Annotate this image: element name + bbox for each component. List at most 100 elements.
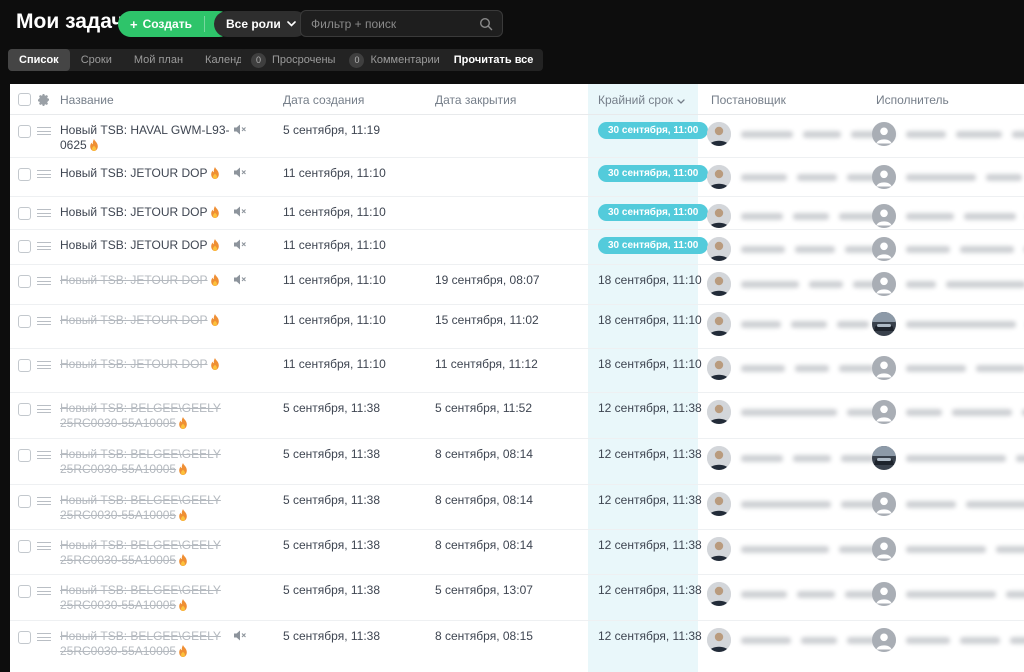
tab-t2[interactable]: Мой план <box>123 49 194 71</box>
table-row[interactable]: Новый TSB: BELGEE\GEELY 25RC0030-55A1000… <box>10 575 1024 621</box>
deadline-value[interactable]: 12 сентября, 11:38 <box>598 583 702 597</box>
deadline-value[interactable]: 18 сентября, 11:10 <box>598 313 702 327</box>
tab-list[interactable]: Список <box>8 49 70 71</box>
assignee-name-redacted[interactable] <box>906 363 1024 373</box>
table-row[interactable]: Новый TSB: JETOUR DOP 11 сентября, 11:10… <box>10 305 1024 349</box>
assignee-avatar[interactable] <box>872 446 896 470</box>
poser-avatar[interactable] <box>707 446 731 470</box>
assignee-avatar[interactable] <box>872 204 896 228</box>
assignee-avatar[interactable] <box>872 582 896 606</box>
task-name[interactable]: Новый TSB: JETOUR DOP <box>60 273 238 290</box>
assignee-avatar[interactable] <box>872 400 896 424</box>
row-checkbox[interactable] <box>18 240 31 253</box>
poser-avatar[interactable] <box>707 165 731 189</box>
poser-avatar[interactable] <box>707 272 731 296</box>
poser-name-redacted[interactable] <box>741 172 881 182</box>
table-row[interactable]: Новый TSB: JETOUR DOP 11 сентября, 11:10… <box>10 349 1024 393</box>
poser-avatar[interactable] <box>707 122 731 146</box>
row-checkbox[interactable] <box>18 495 31 508</box>
task-name[interactable]: Новый TSB: JETOUR DOP <box>60 357 238 374</box>
roles-dropdown[interactable]: Все роли <box>214 11 308 37</box>
gear-icon[interactable] <box>37 93 50 106</box>
deadline-value[interactable]: 12 сентября, 11:38 <box>598 401 702 415</box>
table-row[interactable]: Новый TSB: BELGEE\GEELY 25RC0030-55A1000… <box>10 439 1024 485</box>
poser-name-redacted[interactable] <box>741 244 891 254</box>
deadline-value[interactable]: 12 сентября, 11:38 <box>598 447 702 461</box>
row-checkbox[interactable] <box>18 275 31 288</box>
table-row[interactable]: Новый TSB: BELGEE\GEELY 25RC0030-55A1000… <box>10 621 1024 672</box>
task-name[interactable]: Новый TSB: JETOUR DOP <box>60 238 238 255</box>
poser-avatar[interactable] <box>707 492 731 516</box>
poser-name-redacted[interactable] <box>741 279 883 289</box>
assignee-name-redacted[interactable] <box>906 499 1024 509</box>
drag-handle-icon[interactable] <box>37 170 51 181</box>
drag-handle-icon[interactable] <box>37 405 51 416</box>
assignee-name-redacted[interactable] <box>906 129 1024 139</box>
drag-handle-icon[interactable] <box>37 451 51 462</box>
row-checkbox[interactable] <box>18 540 31 553</box>
assignee-name-redacted[interactable] <box>906 544 1024 554</box>
drag-handle-icon[interactable] <box>37 317 51 328</box>
table-row[interactable]: Новый TSB: BELGEE\GEELY 25RC0030-55A1000… <box>10 485 1024 530</box>
row-checkbox[interactable] <box>18 315 31 328</box>
task-name[interactable]: Новый TSB: BELGEE\GEELY 25RC0030-55A1000… <box>60 493 238 525</box>
col-header-name[interactable]: Название <box>60 93 114 107</box>
assignee-avatar[interactable] <box>872 237 896 261</box>
deadline-value[interactable]: 30 сентября, 11:00 <box>598 165 708 182</box>
select-all-checkbox[interactable] <box>18 93 31 106</box>
task-name[interactable]: Новый TSB: BELGEE\GEELY 25RC0030-55A1000… <box>60 447 238 479</box>
deadline-value[interactable]: 18 сентября, 11:10 <box>598 357 702 371</box>
task-name[interactable]: Новый TSB: BELGEE\GEELY 25RC0030-55A1000… <box>60 401 238 433</box>
poser-avatar[interactable] <box>707 537 731 561</box>
poser-name-redacted[interactable] <box>741 319 869 329</box>
drag-handle-icon[interactable] <box>37 127 51 138</box>
assignee-name-redacted[interactable] <box>906 279 1024 289</box>
counter-comments[interactable]: 0 Комментарии <box>349 53 439 68</box>
search-input[interactable] <box>301 17 479 31</box>
drag-handle-icon[interactable] <box>37 587 51 598</box>
assignee-name-redacted[interactable] <box>906 244 1024 254</box>
poser-name-redacted[interactable] <box>741 499 885 509</box>
assignee-avatar[interactable] <box>872 312 896 336</box>
assignee-avatar[interactable] <box>872 272 896 296</box>
task-name[interactable]: Новый TSB: JETOUR DOP <box>60 166 238 183</box>
task-name[interactable]: Новый TSB: BELGEE\GEELY 25RC0030-55A1000… <box>60 538 238 570</box>
drag-handle-icon[interactable] <box>37 277 51 288</box>
drag-handle-icon[interactable] <box>37 209 51 220</box>
create-task-main[interactable]: + Создать <box>118 17 204 32</box>
deadline-value[interactable]: 30 сентября, 11:00 <box>598 204 708 221</box>
col-header-deadline[interactable]: Крайний срок <box>598 93 685 107</box>
deadline-value[interactable]: 30 сентября, 11:00 <box>598 237 708 254</box>
assignee-name-redacted[interactable] <box>906 407 1024 417</box>
row-checkbox[interactable] <box>18 125 31 138</box>
row-checkbox[interactable] <box>18 631 31 644</box>
assignee-avatar[interactable] <box>872 356 896 380</box>
task-name[interactable]: Новый TSB: BELGEE\GEELY 25RC0030-55A1000… <box>60 629 238 661</box>
assignee-avatar[interactable] <box>872 628 896 652</box>
deadline-value[interactable]: 12 сентября, 11:38 <box>598 629 702 643</box>
col-header-poser[interactable]: Постановщик <box>711 93 786 107</box>
poser-name-redacted[interactable] <box>741 453 875 463</box>
filter-search-box[interactable] <box>300 10 503 37</box>
poser-name-redacted[interactable] <box>741 211 879 221</box>
task-name[interactable]: Новый TSB: JETOUR DOP <box>60 205 238 222</box>
poser-name-redacted[interactable] <box>741 635 877 645</box>
table-row[interactable]: Новый TSB: HAVAL GWM-L93-0625 5 сентября… <box>10 115 1024 158</box>
poser-name-redacted[interactable] <box>741 407 887 417</box>
assignee-name-redacted[interactable] <box>906 589 1024 599</box>
poser-avatar[interactable] <box>707 628 731 652</box>
assignee-name-redacted[interactable] <box>906 172 1024 182</box>
assignee-name-redacted[interactable] <box>906 453 1024 463</box>
poser-name-redacted[interactable] <box>741 363 875 373</box>
deadline-value[interactable]: 30 сентября, 11:00 <box>598 122 708 139</box>
assignee-avatar[interactable] <box>872 165 896 189</box>
poser-name-redacted[interactable] <box>741 589 877 599</box>
assignee-avatar[interactable] <box>872 122 896 146</box>
row-checkbox[interactable] <box>18 449 31 462</box>
poser-avatar[interactable] <box>707 582 731 606</box>
assignee-avatar[interactable] <box>872 537 896 561</box>
table-row[interactable]: Новый TSB: JETOUR DOP 11 сентября, 11:10… <box>10 158 1024 197</box>
task-name[interactable]: Новый TSB: JETOUR DOP <box>60 313 238 330</box>
search-icon[interactable] <box>479 17 493 31</box>
poser-avatar[interactable] <box>707 356 731 380</box>
